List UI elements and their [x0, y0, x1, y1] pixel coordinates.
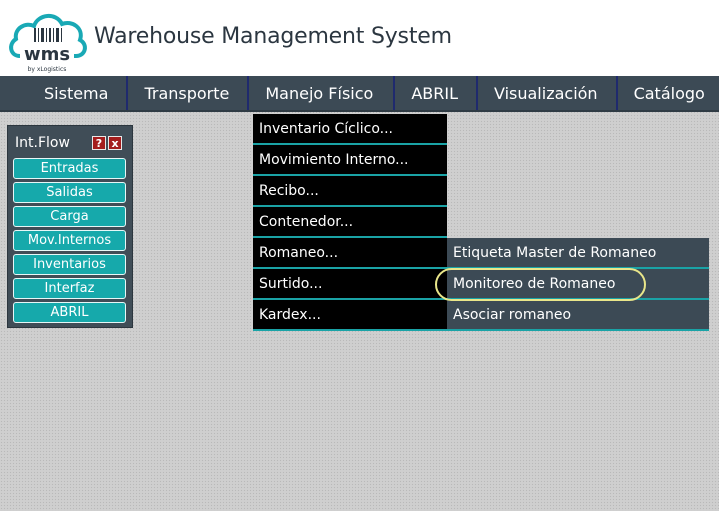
nav-item-visualizacion[interactable]: Visualización — [478, 76, 618, 110]
salidas-button[interactable]: Salidas — [13, 182, 126, 203]
nav-item-catalogo[interactable]: Catálogo — [618, 76, 719, 110]
app-header: wms by xLogistics Warehouse Management S… — [0, 0, 719, 76]
panel-button-list: Entradas Salidas Carga Mov.Internos Inve… — [13, 158, 126, 323]
carga-button[interactable]: Carga — [13, 206, 126, 227]
main-nav: Sistema Transporte Manejo Físico ABRIL V… — [0, 76, 719, 112]
romaneo-submenu: Etiqueta Master de Romaneo Monitoreo de … — [447, 238, 709, 331]
menu-item-recibo[interactable]: Recibo... — [253, 176, 447, 207]
entradas-button[interactable]: Entradas — [13, 158, 126, 179]
menu-item-movimiento-interno[interactable]: Movimiento Interno... — [253, 145, 447, 176]
menu-item-inventario-ciclico[interactable]: Inventario Cíclico... — [253, 114, 447, 145]
app-title: Warehouse Management System — [94, 24, 452, 49]
interfaz-button[interactable]: Interfaz — [13, 278, 126, 299]
manejo-fisico-menu: Inventario Cíclico... Movimiento Interno… — [253, 114, 447, 331]
panel-controls: ? x — [92, 136, 122, 150]
logo-text: wms — [24, 44, 70, 65]
inventarios-button[interactable]: Inventarios — [13, 254, 126, 275]
int-flow-panel: Int.Flow ? x Entradas Salidas Carga Mov.… — [7, 125, 133, 328]
panel-title: Int.Flow — [15, 135, 70, 151]
menu-item-surtido[interactable]: Surtido... — [253, 269, 447, 300]
help-icon[interactable]: ? — [92, 136, 106, 150]
nav-item-manejo-fisico[interactable]: Manejo Físico — [249, 76, 396, 110]
menu-item-contenedor[interactable]: Contenedor... — [253, 207, 447, 238]
submenu-item-asociar-romaneo[interactable]: Asociar romaneo — [447, 300, 709, 331]
wms-cloud-logo-icon[interactable]: wms by xLogistics — [6, 4, 88, 74]
nav-item-transporte[interactable]: Transporte — [128, 76, 250, 110]
submenu-item-monitoreo-romaneo[interactable]: Monitoreo de Romaneo — [447, 269, 709, 300]
abril-button[interactable]: ABRIL — [13, 302, 126, 323]
nav-item-sistema[interactable]: Sistema — [0, 76, 129, 110]
submenu-item-etiqueta-master[interactable]: Etiqueta Master de Romaneo — [447, 238, 709, 269]
nav-item-abril[interactable]: ABRIL — [395, 76, 478, 110]
menu-item-kardex[interactable]: Kardex... — [253, 300, 447, 331]
menu-item-romaneo[interactable]: Romaneo... — [253, 238, 447, 269]
logo-subtext: by xLogistics — [28, 66, 67, 73]
mov-internos-button[interactable]: Mov.Internos — [13, 230, 126, 251]
close-icon[interactable]: x — [108, 136, 122, 150]
